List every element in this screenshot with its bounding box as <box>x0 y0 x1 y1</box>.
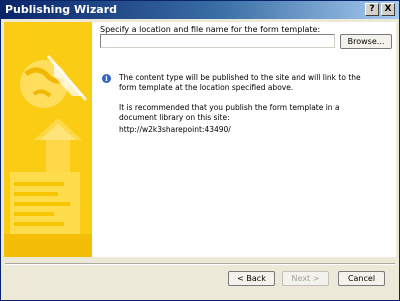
recommendation-message: It is recommended that you publish the f… <box>119 103 340 122</box>
wizard-side-art <box>4 22 92 257</box>
wizard-content: Specify a location and file name for the… <box>4 22 396 257</box>
wizard-art-graphic <box>4 22 92 257</box>
footer-divider <box>5 263 395 265</box>
info-icon: i <box>102 74 111 83</box>
window-title: Publishing Wizard <box>5 3 118 16</box>
help-button[interactable]: ? <box>365 3 379 16</box>
title-bar[interactable]: Publishing Wizard ? X <box>1 1 399 19</box>
publishing-wizard-window: Publishing Wizard ? X Specify a location… <box>0 0 400 301</box>
info-message: The content type will be published to th… <box>119 73 361 92</box>
next-button[interactable]: Next > <box>282 271 329 286</box>
site-url: http://w2k3sharepoint:43490/ <box>119 125 231 134</box>
browse-button[interactable]: Browse... <box>340 34 392 49</box>
back-button[interactable]: < Back <box>228 271 275 286</box>
location-input[interactable] <box>100 34 335 48</box>
close-button[interactable]: X <box>381 3 395 16</box>
cancel-button[interactable]: Cancel <box>338 271 385 286</box>
